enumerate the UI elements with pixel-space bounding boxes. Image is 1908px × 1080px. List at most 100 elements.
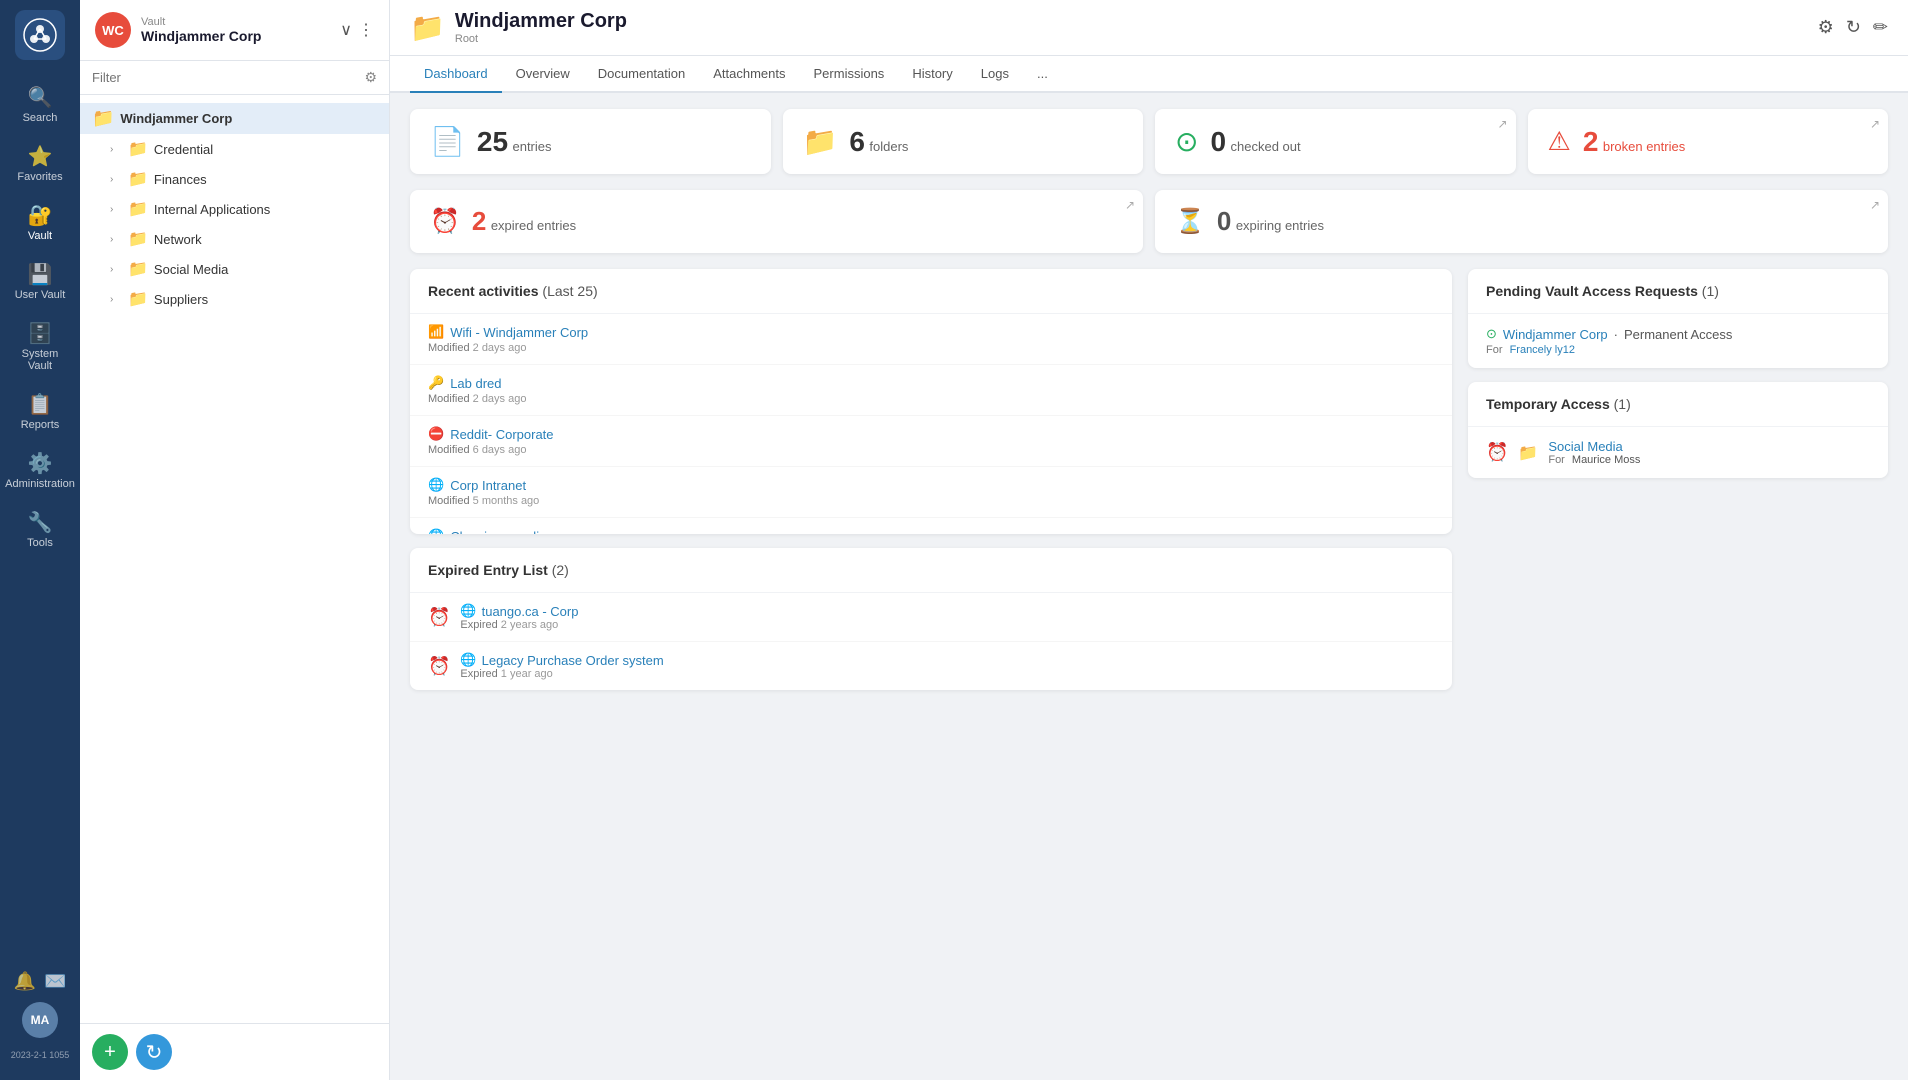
stat-entries[interactable]: 📄 25 entries (410, 109, 771, 174)
app-logo[interactable] (15, 10, 65, 60)
sidebar-item-user-vault[interactable]: 💾 User Vault (4, 254, 76, 309)
temp-name[interactable]: Social Media (1548, 439, 1640, 454)
main-header-actions: ⚙ ↻ ✏ (1818, 17, 1888, 38)
activity-name[interactable]: 🌐 Corp Intranet (428, 477, 1434, 493)
tree-item-network[interactable]: › 📁 Network (80, 224, 389, 254)
sidebar-filter: ⚙ (80, 61, 389, 95)
stat-folders[interactable]: 📁 6 folders (783, 109, 1144, 174)
activity-time: Modified 6 days ago (428, 444, 1434, 456)
sidebar-item-vault[interactable]: 🔐 Vault (4, 195, 76, 250)
tab-more[interactable]: ... (1023, 56, 1062, 93)
edit-icon[interactable]: ✏ (1873, 17, 1888, 38)
external-link-icon3[interactable]: ↗ (1125, 198, 1135, 212)
tree-credential-label: Credential (154, 142, 213, 157)
sidebar-item-system-vault[interactable]: 🗄️ System Vault (4, 313, 76, 380)
expired-entries-card: Expired Entry List (2) ⏰ 🌐 tuango.ca - C… (410, 548, 1452, 690)
entries-count: 25 (477, 126, 508, 157)
filter-options-icon[interactable]: ⚙ (1818, 17, 1834, 38)
recent-activities-list: 📶 Wifi - Windjammer Corp Modified 2 days… (410, 314, 1452, 534)
list-item: ⏰ 🌐 tuango.ca - Corp Expired 2 years ago (410, 593, 1452, 642)
tab-overview[interactable]: Overview (502, 56, 584, 93)
chevron-right-icon: › (110, 234, 122, 245)
page-title: Windjammer Corp (455, 10, 627, 33)
sync-button[interactable]: ↻ (136, 1034, 172, 1070)
nav-search-label: Search (23, 112, 58, 124)
site-icon: 🌐 (460, 603, 476, 619)
user-vault-icon: 💾 (28, 262, 53, 287)
tree-root-label: Windjammer Corp (120, 111, 232, 126)
external-link-icon2[interactable]: ↗ (1870, 117, 1880, 131)
expired-name2[interactable]: 🌐 Legacy Purchase Order system (460, 652, 663, 668)
tree-item-root[interactable]: 📁 Windjammer Corp (80, 103, 389, 134)
nav-favorites-label: Favorites (17, 171, 62, 183)
tab-dashboard[interactable]: Dashboard (410, 56, 502, 93)
notifications-bell[interactable]: 🔔 (14, 971, 36, 992)
nav-bottom: 🔔 ✉️ MA 2023-2-1 1055 (11, 971, 70, 1070)
stat-broken-entries[interactable]: ⚠ 2 broken entries ↗ (1528, 109, 1889, 174)
expiring-count: 0 (1217, 206, 1231, 236)
external-link-icon4[interactable]: ↗ (1870, 198, 1880, 212)
nav-administration-label: Administration (5, 478, 75, 490)
timestamp: 2023-2-1 1055 (11, 1050, 70, 1060)
chevron-right-icon: › (110, 144, 122, 155)
vault-icon: 🔐 (28, 203, 53, 228)
pending-vault-name[interactable]: Windjammer Corp (1503, 327, 1608, 342)
activity-name[interactable]: 🔑 Lab dred (428, 375, 1434, 391)
tab-permissions[interactable]: Permissions (800, 56, 899, 93)
list-item: ⏰ 📁 Social Media For Maurice Moss (1468, 427, 1888, 478)
more-options-icon[interactable]: ⋮ (358, 20, 374, 40)
tab-logs[interactable]: Logs (967, 56, 1023, 93)
activity-name[interactable]: 📶 Wifi - Windjammer Corp (428, 324, 1434, 340)
vault-avatar: WC (95, 12, 131, 48)
tree-item-internal-apps[interactable]: › 📁 Internal Applications (80, 194, 389, 224)
sidebar-item-favorites[interactable]: ⭐ Favorites (4, 136, 76, 191)
stat-expiring[interactable]: ⏳ 0 expiring entries ↗ (1155, 190, 1888, 253)
child-folder-icon: 📁 (128, 259, 148, 279)
sidebar-vault-info: Vault Windjammer Corp (141, 16, 330, 44)
expired-info2: 🌐 Legacy Purchase Order system Expired 1… (460, 652, 663, 680)
external-link-icon[interactable]: ↗ (1497, 117, 1507, 131)
expired-name[interactable]: 🌐 tuango.ca - Corp (460, 603, 578, 619)
sidebar-item-search[interactable]: 🔍 Search (4, 77, 76, 132)
stats-row-2: ⏰ 2 expired entries ↗ ⏳ 0 expiring entri… (410, 190, 1888, 253)
tree-item-suppliers[interactable]: › 📁 Suppliers (80, 284, 389, 314)
vault-name: Windjammer Corp (141, 28, 330, 44)
root-folder-icon: 📁 (92, 108, 114, 129)
chevron-down-icon[interactable]: ∨ (340, 20, 352, 40)
sidebar-item-tools[interactable]: 🔧 Tools (4, 502, 76, 557)
temporary-access-header: Temporary Access (1) (1468, 382, 1888, 427)
expired-clock-icon1: ⏰ (428, 607, 450, 628)
user-avatar[interactable]: MA (22, 1002, 58, 1038)
pending-access-count: (1) (1702, 283, 1719, 299)
sidebar-item-administration[interactable]: ⚙️ Administration (4, 443, 76, 498)
broken-entries-count: 2 (1583, 126, 1599, 157)
tab-attachments[interactable]: Attachments (699, 56, 799, 93)
stat-expired[interactable]: ⏰ 2 expired entries ↗ (410, 190, 1143, 253)
activity-name[interactable]: ⛔ Reddit- Corporate (428, 426, 1434, 442)
filter-settings-icon[interactable]: ⚙ (364, 69, 377, 86)
stat-checked-out[interactable]: ⊙ 0 checked out ↗ (1155, 109, 1516, 174)
filter-input[interactable] (92, 70, 358, 85)
tab-documentation[interactable]: Documentation (584, 56, 699, 93)
tab-history[interactable]: History (898, 56, 966, 93)
refresh-icon[interactable]: ↻ (1846, 17, 1861, 38)
temporary-access-count: (1) (1614, 396, 1631, 412)
tree-item-credential[interactable]: › 📁 Credential (80, 134, 389, 164)
tree-social-media-label: Social Media (154, 262, 228, 277)
temporary-access-title: Temporary Access (1486, 396, 1610, 412)
activity-name[interactable]: 🌐 Cleaning supplies (428, 528, 1434, 534)
sidebar-bottom: + ↻ (80, 1023, 389, 1080)
sidebar-item-reports[interactable]: 📋 Reports (4, 384, 76, 439)
activity-time: Modified 5 months ago (428, 495, 1434, 507)
messages-icon[interactable]: ✉️ (44, 971, 66, 992)
add-button[interactable]: + (92, 1034, 128, 1070)
sidebar-header-icons: ∨ ⋮ (340, 20, 374, 40)
child-folder-icon: 📁 (128, 229, 148, 249)
expired-entries-header: Expired Entry List (2) (410, 548, 1452, 593)
favorites-icon: ⭐ (28, 144, 53, 169)
temp-info: Social Media For Maurice Moss (1548, 439, 1640, 466)
tree-item-finances[interactable]: › 📁 Finances (80, 164, 389, 194)
pending-user[interactable]: Francely ly12 (1510, 344, 1575, 356)
activity-time: Modified 2 days ago (428, 342, 1434, 354)
tree-item-social-media[interactable]: › 📁 Social Media (80, 254, 389, 284)
